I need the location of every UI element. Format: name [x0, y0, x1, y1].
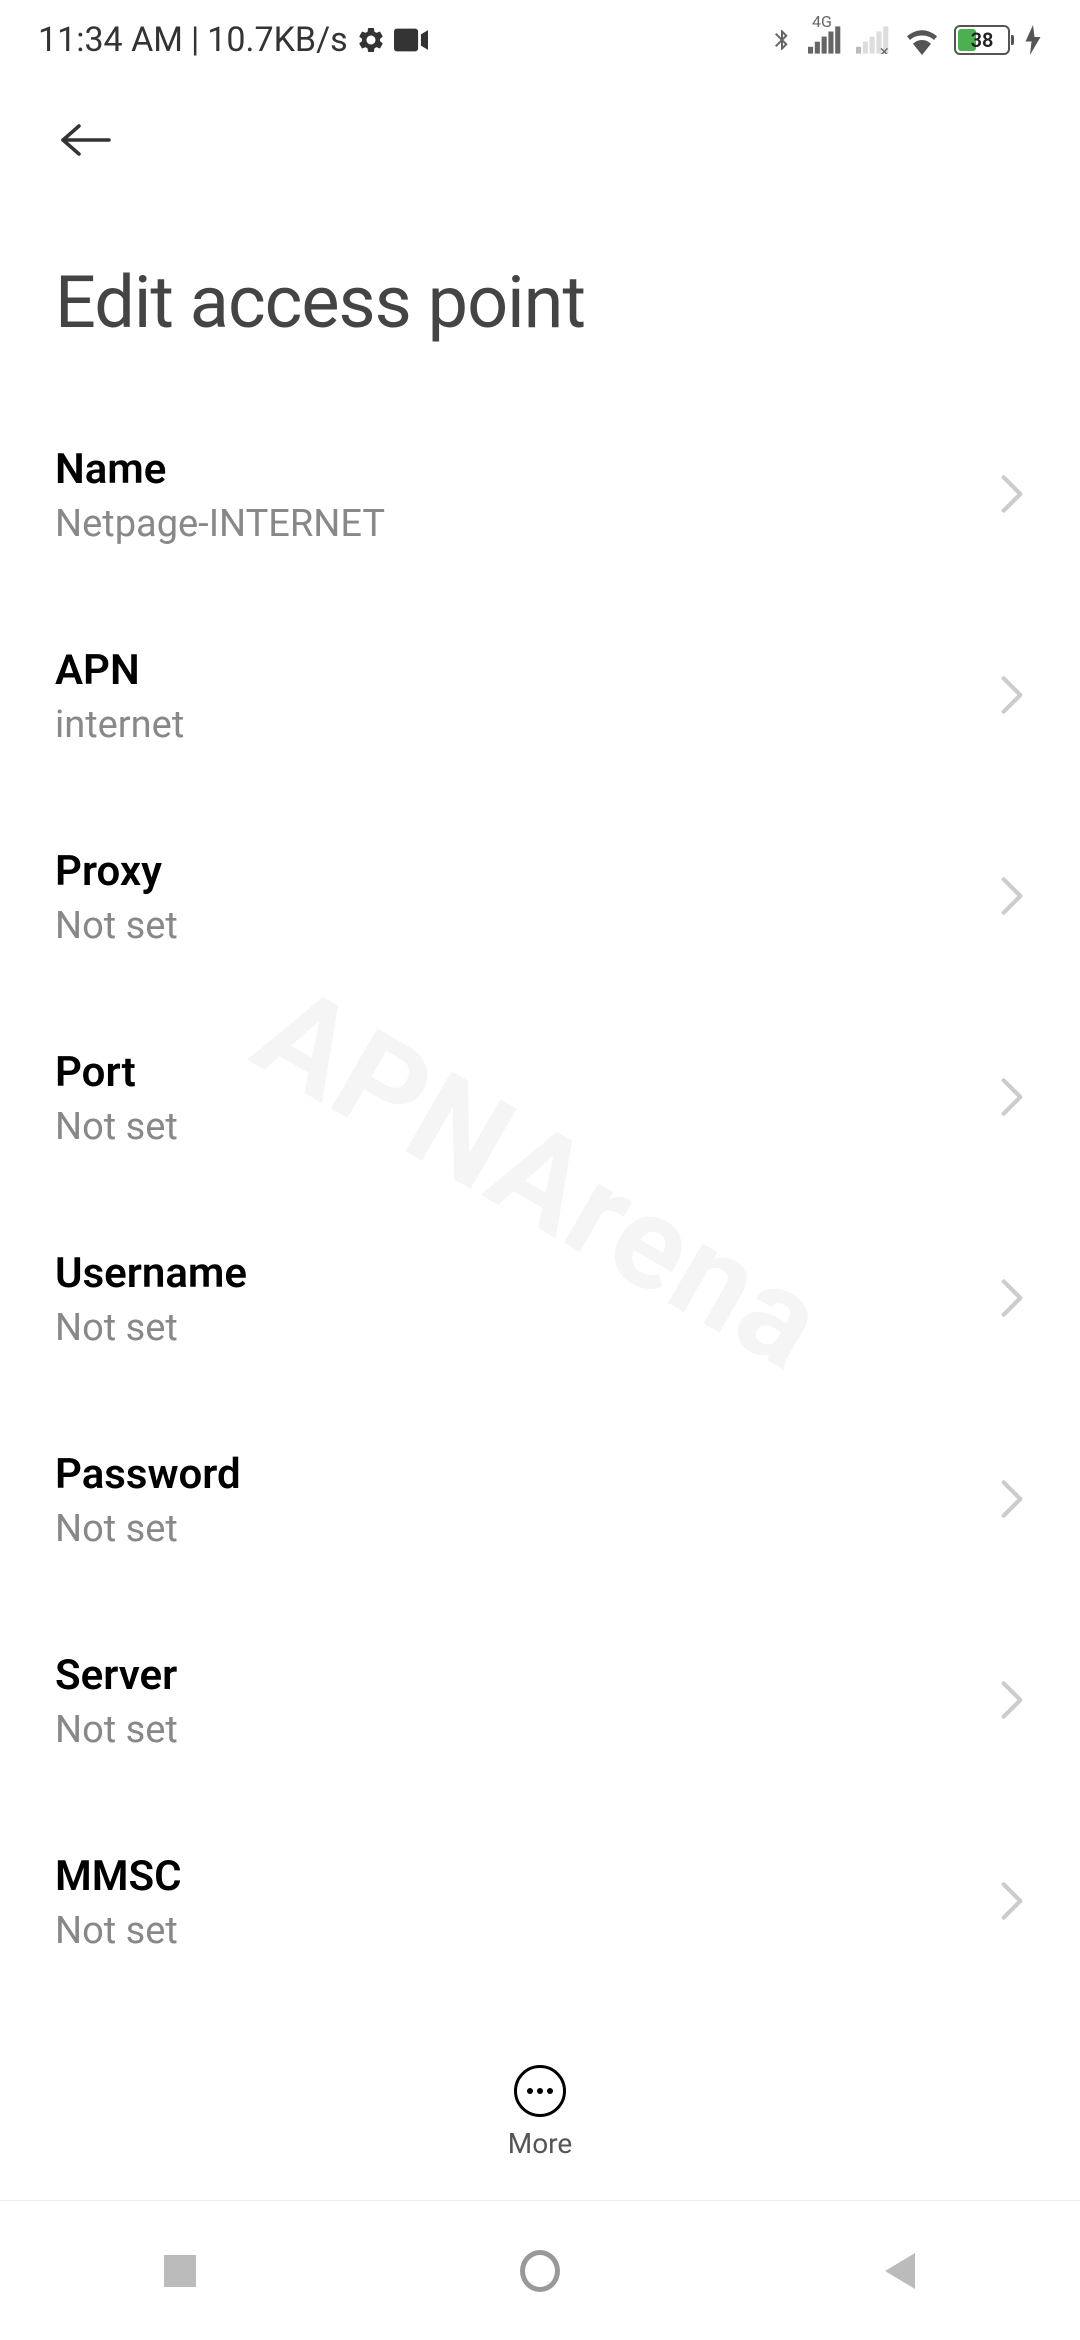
chevron-right-icon [999, 474, 1025, 518]
nav-recent-button[interactable] [160, 2251, 200, 2291]
status-separator: | [191, 20, 199, 60]
status-time: 11:34 AM [38, 20, 183, 60]
setting-value: Not set [55, 1507, 241, 1551]
chevron-right-icon [999, 1881, 1025, 1925]
setting-label: Username [55, 1249, 247, 1298]
setting-label: APN [55, 646, 184, 695]
setting-item-name[interactable]: Name Netpage-INTERNET [55, 395, 1025, 596]
setting-label: Port [55, 1048, 178, 1097]
setting-value: Not set [55, 1708, 178, 1752]
square-icon [164, 2255, 196, 2287]
navigation-bar [0, 2200, 1080, 2340]
setting-item-username[interactable]: Username Not set [55, 1199, 1025, 1400]
setting-item-password[interactable]: Password Not set [55, 1400, 1025, 1601]
circle-icon [520, 2250, 560, 2292]
setting-label: Proxy [55, 847, 178, 896]
bottom-action-bar: More [0, 2045, 1080, 2180]
status-bar: 11:34 AM | 10.7KB/s 4G × 38 [0, 0, 1080, 80]
gear-icon [356, 25, 386, 55]
nav-home-button[interactable] [520, 2251, 560, 2291]
app-header [0, 80, 1080, 190]
chevron-right-icon [999, 1680, 1025, 1724]
setting-value: Not set [55, 1909, 182, 1953]
setting-label: Password [55, 1450, 241, 1499]
page-title: Edit access point [0, 190, 1080, 395]
setting-label: Name [55, 445, 385, 494]
chevron-right-icon [999, 1278, 1025, 1322]
status-right: 4G × 38 [770, 23, 1042, 57]
status-left: 11:34 AM | 10.7KB/s [38, 20, 428, 60]
setting-item-apn[interactable]: APN internet [55, 596, 1025, 797]
setting-item-server[interactable]: Server Not set [55, 1601, 1025, 1802]
wifi-icon [904, 25, 940, 55]
setting-item-proxy[interactable]: Proxy Not set [55, 797, 1025, 998]
signal-weak-icon: × [856, 26, 890, 54]
more-icon [514, 2065, 566, 2117]
chevron-right-icon [999, 1479, 1025, 1523]
chevron-right-icon [999, 876, 1025, 920]
setting-item-mmsc[interactable]: MMSC Not set [55, 1802, 1025, 2003]
settings-list: Name Netpage-INTERNET APN internet Proxy… [0, 395, 1080, 2204]
setting-value: Netpage-INTERNET [55, 502, 385, 546]
more-label: More [508, 2127, 573, 2160]
status-data-rate: 10.7KB/s [207, 20, 347, 60]
signal-4g-icon: 4G [808, 26, 842, 54]
camera-icon [394, 28, 428, 52]
chevron-right-icon [999, 1077, 1025, 1121]
setting-value: Not set [55, 904, 178, 948]
setting-value: Not set [55, 1105, 178, 1149]
more-button[interactable]: More [508, 2065, 573, 2160]
battery-icon: 38 [954, 25, 1010, 55]
setting-item-port[interactable]: Port Not set [55, 998, 1025, 1199]
svg-text:×: × [880, 42, 889, 54]
nav-back-button[interactable] [880, 2251, 920, 2291]
triangle-icon [885, 2253, 915, 2289]
back-button[interactable] [55, 110, 115, 170]
bluetooth-icon [770, 23, 794, 57]
setting-label: MMSC [55, 1852, 182, 1901]
setting-value: Not set [55, 1306, 247, 1350]
setting-label: Server [55, 1651, 178, 1700]
setting-value: internet [55, 703, 184, 747]
chevron-right-icon [999, 675, 1025, 719]
charging-icon [1024, 25, 1042, 55]
